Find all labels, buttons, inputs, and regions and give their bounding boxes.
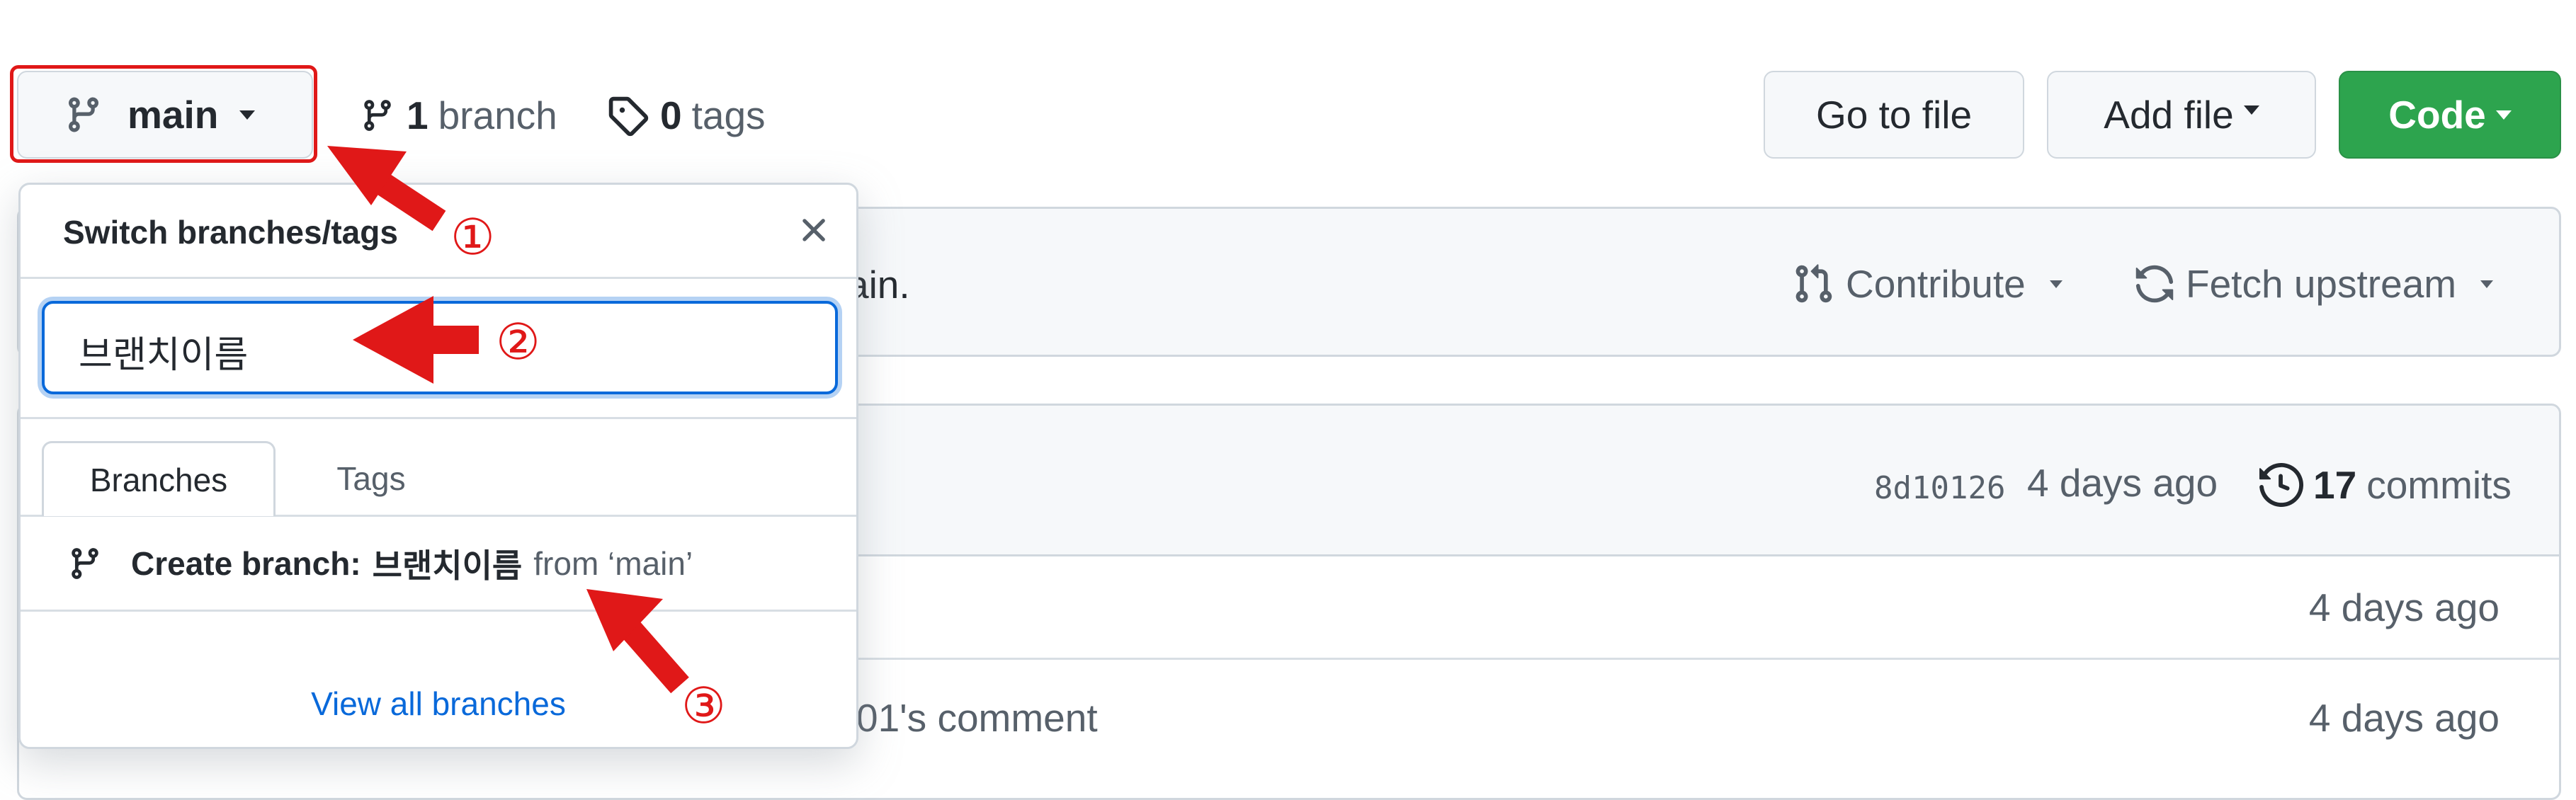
arrow-icon <box>327 146 689 694</box>
tab-branches[interactable]: Branches <box>42 441 276 516</box>
annotation-step2: ② <box>496 313 540 371</box>
annotation-step1: ① <box>450 208 495 266</box>
tab-branches-label: Branches <box>89 461 228 498</box>
annotation-step3: ③ <box>681 677 726 735</box>
